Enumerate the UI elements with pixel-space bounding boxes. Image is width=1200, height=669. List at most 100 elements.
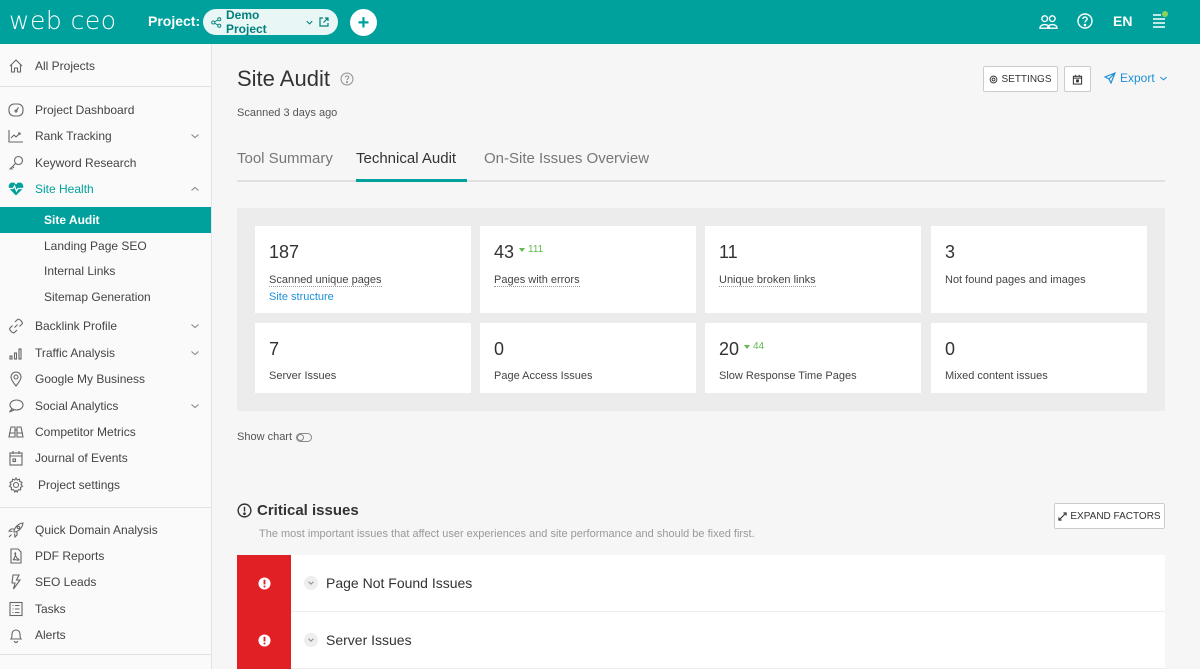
issue-row[interactable]: Server Issues [237,612,1165,669]
sidebar-item-all-projects[interactable]: All Projects [0,53,211,79]
settings-label: SETTINGS [1001,73,1052,85]
sidebar-item-traffic-analysis[interactable]: Traffic Analysis [0,340,211,366]
tab-technical-audit[interactable]: Technical Audit [356,150,456,167]
language-selector[interactable]: EN [1113,13,1132,29]
issue-row[interactable]: Page Not Found Issues [237,555,1165,612]
tab-tool-summary[interactable]: Tool Summary [237,150,333,167]
sidebar-item-pdf-reports[interactable]: PDF Reports [0,543,211,569]
add-project-button[interactable]: + [350,9,377,36]
delta-value: 44 [753,341,765,352]
tab-on-site-issues-overview[interactable]: On-Site Issues Overview [484,150,649,167]
stat-label[interactable]: Unique broken links [719,274,816,287]
stat-label[interactable]: Scanned unique pages [269,274,382,287]
sidebar-item-project-settings[interactable]: Project settings [0,472,211,498]
stat-label: Page Access Issues [494,370,593,382]
site-structure-link[interactable]: Site structure [269,291,334,303]
export-button[interactable]: Export [1104,71,1168,85]
chevron-down-icon[interactable] [304,633,318,647]
sidebar-item-alerts[interactable]: Alerts [0,622,211,648]
dashboard-icon [8,103,24,117]
critical-flag [237,612,291,669]
chevron-down-icon[interactable] [190,401,200,411]
help-icon[interactable] [1077,13,1093,29]
calendar-icon [1072,74,1083,85]
logo-text: web ceo [9,6,117,35]
stat-card: 43 111 Pages with errors [480,226,696,313]
stat-value: 11 [719,242,738,262]
sidebar-label: Backlink Profile [35,319,118,333]
sidebar-item-seo-leads[interactable]: SEO Leads [0,569,211,595]
sidebar-label: Landing Page SEO [44,239,147,253]
sidebar-label: Sitemap Generation [44,290,151,304]
sidebar-label: Journal of Events [35,451,128,465]
chevron-down-icon[interactable] [304,576,318,590]
stat-label: Not found pages and images [945,274,1086,286]
stat-value: 3 [945,242,956,262]
delta-value: 111 [528,244,544,255]
lightning-icon [11,574,22,590]
chevron-down-icon [1159,76,1167,81]
sidebar-item-google-my-business[interactable]: Google My Business [0,366,211,392]
sidebar-item-sitemap-generation[interactable]: Sitemap Generation [0,284,211,310]
sidebar-divider [0,86,211,87]
sidebar-label: Project settings [38,478,121,492]
sidebar-label: Site Audit [44,213,100,227]
sidebar-item-landing-page-seo[interactable]: Landing Page SEO [0,233,211,259]
sidebar-item-competitor-metrics[interactable]: Competitor Metrics [0,419,211,445]
sidebar-item-quick-domain-analysis[interactable]: Quick Domain Analysis [0,517,211,543]
stat-card: 0 Mixed content issues [931,323,1147,393]
export-label: Export [1120,71,1155,85]
chevron-up-icon[interactable] [190,184,200,194]
project-selector[interactable]: Demo Project [203,8,338,36]
stat-card: 3 Not found pages and images [931,226,1147,313]
top-bar: web ceo ´ Project: Demo Project + EN [0,0,1200,44]
users-icon[interactable] [1039,13,1058,30]
stat-label[interactable]: Pages with errors [494,274,580,287]
sidebar-item-project-dashboard[interactable]: Project Dashboard [0,97,211,123]
project-name: Demo Project [226,8,267,36]
expand-icon [1058,511,1068,521]
sidebar-item-site-audit[interactable]: Site Audit [0,207,211,233]
sidebar-divider [0,654,211,655]
rocket-icon [8,522,24,538]
sidebar-label: SEO Leads [35,575,97,589]
sidebar-label: Google My Business [35,372,146,386]
stat-label: Server Issues [269,370,337,382]
triangle-down-icon [744,344,750,349]
bell-icon [9,629,23,643]
chevron-down-icon[interactable] [190,348,200,358]
stat-card: 20 44 Slow Response Time Pages [705,323,921,393]
critical-issues-heading: Critical issues [237,502,359,519]
chevron-down-icon[interactable] [305,18,314,27]
alert-circle-icon [237,503,252,518]
expand-label: EXPAND FACTORS [1070,510,1161,522]
sidebar-item-tasks[interactable]: Tasks [0,596,211,622]
schedule-button[interactable] [1064,66,1091,92]
sidebar-item-rank-tracking[interactable]: Rank Tracking [0,123,211,149]
sidebar-label: Traffic Analysis [35,346,116,360]
sidebar-item-internal-links[interactable]: Internal Links [0,258,211,284]
external-link-icon[interactable] [318,16,330,28]
webceo-logo[interactable]: web ceo ´ [9,7,117,35]
stat-delta: 111 [519,244,543,255]
sidebar-divider [0,507,211,508]
chart-line-icon [8,130,23,143]
sidebar-item-site-health[interactable]: Site Health [0,176,211,202]
sidebar-item-keyword-research[interactable]: Keyword Research [0,150,211,176]
calendar-icon [9,451,23,466]
stat-card: 7 Server Issues [255,323,471,393]
issue-title: Server Issues [326,632,412,648]
sidebar-item-social-analytics[interactable]: Social Analytics [0,393,211,419]
sidebar-label: Quick Domain Analysis [35,523,158,537]
expand-factors-button[interactable]: EXPAND FACTORS [1054,503,1165,529]
stat-card: 11 Unique broken links [705,226,921,313]
show-chart-toggle[interactable] [296,432,313,442]
chevron-down-icon[interactable] [190,321,200,331]
show-chart-toggle-row: Show chart [237,431,313,443]
help-icon[interactable] [340,72,354,86]
stat-value: 0 [494,339,505,359]
sidebar-item-journal-of-events[interactable]: Journal of Events [0,445,211,471]
settings-button[interactable]: SETTINGS [983,66,1058,92]
sidebar-item-backlink-profile[interactable]: Backlink Profile [0,313,211,339]
chevron-down-icon[interactable] [190,131,200,141]
